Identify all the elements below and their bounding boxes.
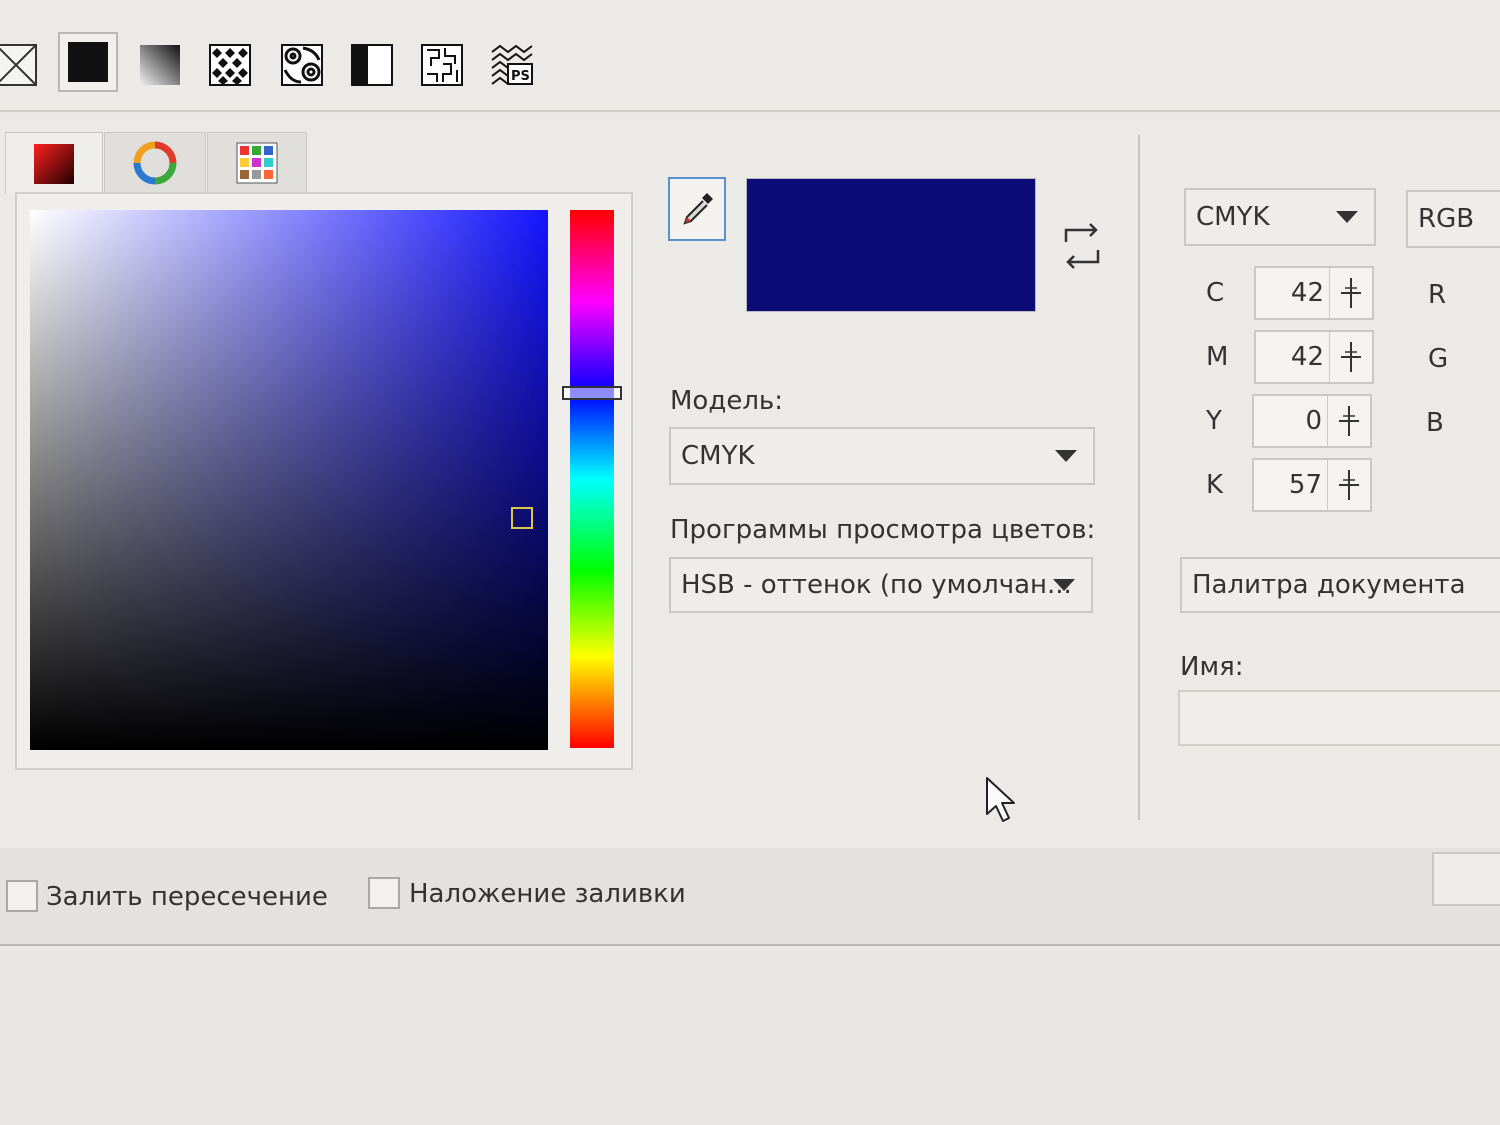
two-color-pattern-button[interactable] xyxy=(348,40,396,90)
palette-dropdown-value: Палитра документа xyxy=(1192,570,1466,600)
spin-arrows-icon[interactable] xyxy=(1329,332,1372,382)
color-viewer-dropdown[interactable]: HSB - оттенок (по умолчан... xyxy=(669,557,1093,613)
vector-pattern-button[interactable] xyxy=(206,40,254,90)
fill-overlay-label: Наложение заливки xyxy=(409,879,686,909)
fill-intersection-checkbox[interactable] xyxy=(6,880,38,912)
eyedropper-icon xyxy=(683,193,713,225)
postscript-fill-icon: PS xyxy=(491,44,533,85)
color-viewers-label: Программы просмотра цветов: xyxy=(670,515,1096,545)
panel-separator xyxy=(1138,135,1140,820)
fountain-fill-button[interactable] xyxy=(136,40,184,90)
postscript-fill-button[interactable]: PS xyxy=(488,40,536,90)
red-label: R xyxy=(1428,280,1447,310)
yellow-spinbox[interactable]: 0 xyxy=(1252,394,1372,448)
vector-pattern-icon xyxy=(209,44,251,86)
color-palettes-tab-icon xyxy=(236,142,278,183)
mouse-cursor-icon xyxy=(986,777,1015,822)
cyan-label: C xyxy=(1206,278,1225,308)
magenta-label: M xyxy=(1206,342,1229,372)
yellow-label: Y xyxy=(1206,406,1222,436)
uniform-fill-button[interactable] xyxy=(58,32,118,92)
fill-overlay-checkbox[interactable] xyxy=(368,877,400,909)
magenta-value: 42 xyxy=(1290,342,1324,372)
dialog-button-partial[interactable] xyxy=(1432,852,1500,906)
color-name-input[interactable] xyxy=(1178,690,1500,746)
tab-color-harmonies[interactable] xyxy=(104,132,206,192)
tab-color-viewers[interactable] xyxy=(5,132,103,194)
chevron-down-icon xyxy=(1053,579,1075,591)
hue-slider[interactable] xyxy=(570,210,614,748)
green-label: G xyxy=(1428,344,1449,374)
black-spinbox[interactable]: 57 xyxy=(1252,458,1372,512)
chevron-down-icon xyxy=(1336,211,1358,223)
cyan-spinbox[interactable]: 42 xyxy=(1254,266,1374,320)
no-fill-button[interactable] xyxy=(0,40,40,90)
black-value: 57 xyxy=(1288,470,1322,500)
color-viewer-dropdown-value: HSB - оттенок (по умолчан... xyxy=(681,570,1072,600)
yellow-value: 0 xyxy=(1305,406,1322,436)
model-label: Модель: xyxy=(670,386,784,416)
two-color-pattern-icon xyxy=(351,44,393,86)
uniform-fill-icon xyxy=(68,42,108,82)
spin-arrows-icon[interactable] xyxy=(1327,396,1370,446)
spin-arrows-icon[interactable] xyxy=(1329,268,1372,318)
black-label: K xyxy=(1206,470,1224,500)
color-viewers-tab-icon xyxy=(34,143,74,184)
secondary-model-select[interactable]: RGB xyxy=(1406,190,1500,248)
chevron-down-icon xyxy=(1055,450,1077,462)
color-model-select[interactable]: CMYK xyxy=(1184,188,1376,246)
name-label: Имя: xyxy=(1180,652,1244,682)
palette-dropdown[interactable]: Палитра документа xyxy=(1180,557,1500,613)
swap-colors-icon[interactable] xyxy=(1060,222,1104,270)
color-model-select-value: CMYK xyxy=(1196,202,1270,232)
secondary-model-value: RGB xyxy=(1418,204,1475,234)
tab-color-palettes[interactable] xyxy=(207,132,307,192)
svg-text:PS: PS xyxy=(511,69,530,84)
current-color-swatch xyxy=(746,178,1036,312)
no-fill-icon xyxy=(0,44,37,86)
fill-intersection-label: Залить пересечение xyxy=(46,882,328,912)
saturation-brightness-area[interactable] xyxy=(30,210,548,750)
magenta-spinbox[interactable]: 42 xyxy=(1254,330,1374,384)
spin-arrows-icon[interactable] xyxy=(1327,460,1370,510)
fountain-fill-icon xyxy=(140,45,180,85)
cyan-value: 42 xyxy=(1290,278,1324,308)
eyedropper-button[interactable] xyxy=(668,177,726,241)
texture-fill-button[interactable] xyxy=(418,40,466,90)
blue-label: B xyxy=(1426,408,1444,438)
lower-area xyxy=(0,948,1500,1125)
color-harmonies-tab-icon xyxy=(133,141,177,184)
color-marker[interactable] xyxy=(511,507,534,530)
bitmap-pattern-icon xyxy=(281,44,323,86)
hue-slider-handle[interactable] xyxy=(562,385,622,400)
texture-fill-icon xyxy=(421,44,463,86)
bitmap-pattern-button[interactable] xyxy=(278,40,326,90)
model-dropdown-value: CMYK xyxy=(681,441,755,471)
model-dropdown[interactable]: CMYK xyxy=(669,427,1095,485)
